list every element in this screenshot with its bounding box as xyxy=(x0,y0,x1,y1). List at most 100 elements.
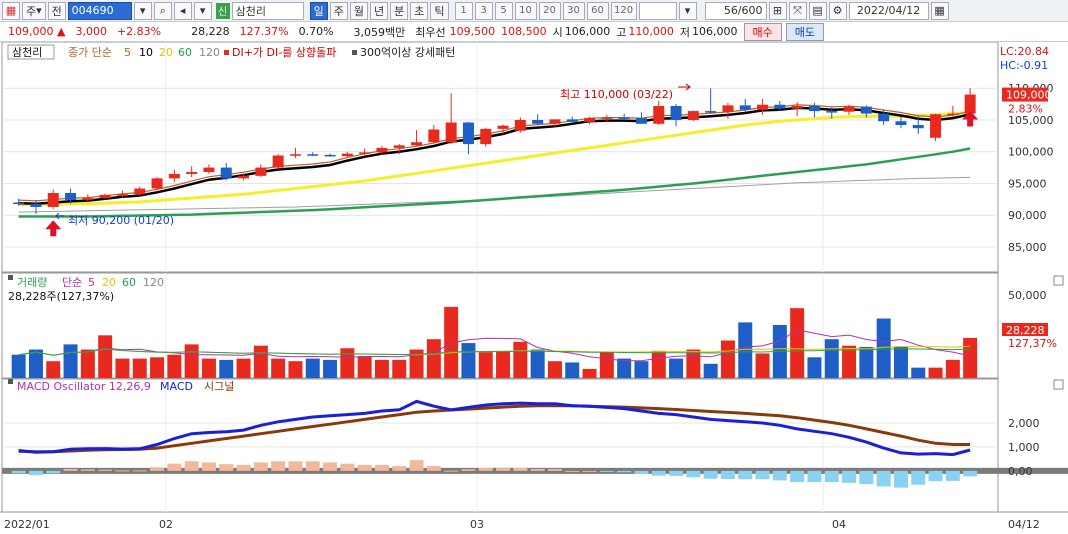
macd-oscillator-bars xyxy=(2,460,1068,488)
candle-up xyxy=(359,152,371,154)
volume-bar-up xyxy=(426,339,441,378)
candle-down xyxy=(618,117,630,119)
volume-bar-down xyxy=(219,359,234,378)
candle-up xyxy=(687,111,699,120)
interval-1[interactable]: 1 xyxy=(454,1,473,20)
period-tab-second[interactable]: 초 xyxy=(410,1,429,20)
macd-panel-close-icon[interactable] xyxy=(1053,379,1064,390)
candle-down xyxy=(566,119,578,122)
volume-bar-down xyxy=(28,349,43,378)
volume-bar-up xyxy=(928,367,943,378)
candle-up xyxy=(411,142,423,146)
oscillator-bar-positive xyxy=(323,462,338,471)
price-tick-label: 105,000 xyxy=(1008,114,1054,127)
candle-down xyxy=(13,202,25,205)
period-tab-year[interactable]: 년 xyxy=(370,1,389,20)
oscillator-bar-positive xyxy=(80,469,95,471)
best-ask: 109,500 xyxy=(449,25,496,38)
signal-line xyxy=(18,404,971,454)
volume-bar-down xyxy=(876,318,891,378)
period-tab-day[interactable]: 일 xyxy=(309,1,328,20)
period-tab-month[interactable]: 월 xyxy=(349,1,369,20)
volume-ma20: 20 xyxy=(102,276,116,289)
interval-5[interactable]: 5 xyxy=(494,1,513,20)
volume-bar-down xyxy=(669,358,684,378)
candle-down xyxy=(739,105,751,110)
volume-info: 28,228주(127,37%) xyxy=(8,290,114,303)
save-icon[interactable]: ▤ xyxy=(808,1,827,20)
sin-badge: 신 xyxy=(215,2,230,19)
search-icon[interactable]: ⌕ xyxy=(153,1,172,20)
chart-type-select[interactable]: 주 ▾ xyxy=(22,1,46,20)
interval-3[interactable]: 3 xyxy=(474,1,493,20)
jeon-button[interactable]: 전 xyxy=(47,1,66,20)
oscillator-bar-positive xyxy=(357,464,372,471)
volume-last-value: 28,228 xyxy=(1006,324,1045,337)
price-tick-label: 100,000 xyxy=(1008,146,1054,159)
settings-icon[interactable]: ⚙ xyxy=(828,1,847,20)
candle-up xyxy=(480,128,492,145)
stock-name-field[interactable]: 삼천리 xyxy=(231,1,304,20)
volume-panel-close-icon[interactable] xyxy=(1053,275,1064,286)
oscillator-bar-positive xyxy=(478,467,493,471)
interval-30[interactable]: 30 xyxy=(562,1,585,20)
volume-bar-down xyxy=(617,358,632,378)
compare-icon[interactable]: ⤧ xyxy=(788,1,807,20)
sell-button[interactable]: 매도 xyxy=(785,22,825,41)
candle-up xyxy=(428,129,440,143)
period-tab-week[interactable]: 주 xyxy=(329,1,348,20)
stock-code-input[interactable]: 004690 xyxy=(67,1,132,20)
period-tab-minute[interactable]: 분 xyxy=(390,1,409,20)
buy-button[interactable]: 매수 xyxy=(743,22,782,41)
volume-bars xyxy=(11,306,978,378)
volume-bar-down xyxy=(461,343,476,378)
date-label-feb: 02 xyxy=(159,518,173,531)
candle-up xyxy=(151,178,163,189)
oscillator-bar-negative xyxy=(11,470,26,474)
interval-dropdown-icon[interactable]: ▾ xyxy=(678,1,697,20)
turnover-pct: 0.70% xyxy=(298,25,334,38)
oscillator-bar-negative xyxy=(738,470,753,480)
candle-down xyxy=(462,122,474,145)
interval-custom-input[interactable] xyxy=(638,1,677,20)
legend-ma10: 10 xyxy=(139,46,153,59)
legend-ma60: 60 xyxy=(178,46,192,59)
interval-20[interactable]: 20 xyxy=(538,1,561,20)
oscillator-bar-positive xyxy=(340,463,355,471)
interval-120[interactable]: 120 xyxy=(610,1,637,20)
oscillator-bar-positive xyxy=(409,460,424,471)
volume-bar-down xyxy=(63,344,78,378)
oscillator-bar-positive xyxy=(496,467,511,471)
chevron-down-icon[interactable]: ▾ xyxy=(193,1,212,20)
volume-last-pct: 127,37% xyxy=(1008,337,1057,350)
volume-bar-down xyxy=(305,358,320,378)
volume-bar-up xyxy=(184,344,199,378)
interval-60[interactable]: 60 xyxy=(586,1,609,20)
volume-bar-down xyxy=(11,354,26,378)
data-count-field[interactable]: 56/600 xyxy=(704,1,767,20)
zoom-icon[interactable]: ⊞ xyxy=(768,1,787,20)
candle-up xyxy=(601,117,613,119)
candle-down xyxy=(670,106,682,120)
volume-bar-up xyxy=(599,352,614,378)
volume-bar-down xyxy=(703,363,718,378)
period-tab-tick[interactable]: 틱 xyxy=(430,1,449,20)
speaker-icon[interactable]: ◂ xyxy=(173,1,192,20)
panel-icon[interactable]: ▦ xyxy=(2,1,20,20)
volume-bar-up xyxy=(132,358,147,378)
date-field[interactable]: 2022/04/12 xyxy=(848,1,929,20)
oscillator-bar-positive xyxy=(236,464,251,471)
candle-down xyxy=(895,121,907,126)
code-dropdown-icon[interactable]: ▾ xyxy=(133,1,152,20)
interval-10[interactable]: 10 xyxy=(514,1,537,20)
candle-down xyxy=(307,154,319,156)
oscillator-bar-negative xyxy=(790,470,805,483)
volume-bar-up xyxy=(963,337,978,378)
oscillator-bar-negative xyxy=(634,470,649,474)
volume-ma120: 120 xyxy=(143,276,164,289)
low-price: 106,000 xyxy=(692,25,738,38)
candle-up xyxy=(653,106,665,124)
calendar-icon[interactable]: ▦ xyxy=(930,1,949,20)
stock-chart[interactable]: 삼천리 종가 단순 5 10 20 60 120 DI+가 DI-를 상향돌파 … xyxy=(0,42,1068,534)
price-tick-label: 85,000 xyxy=(1008,241,1047,254)
